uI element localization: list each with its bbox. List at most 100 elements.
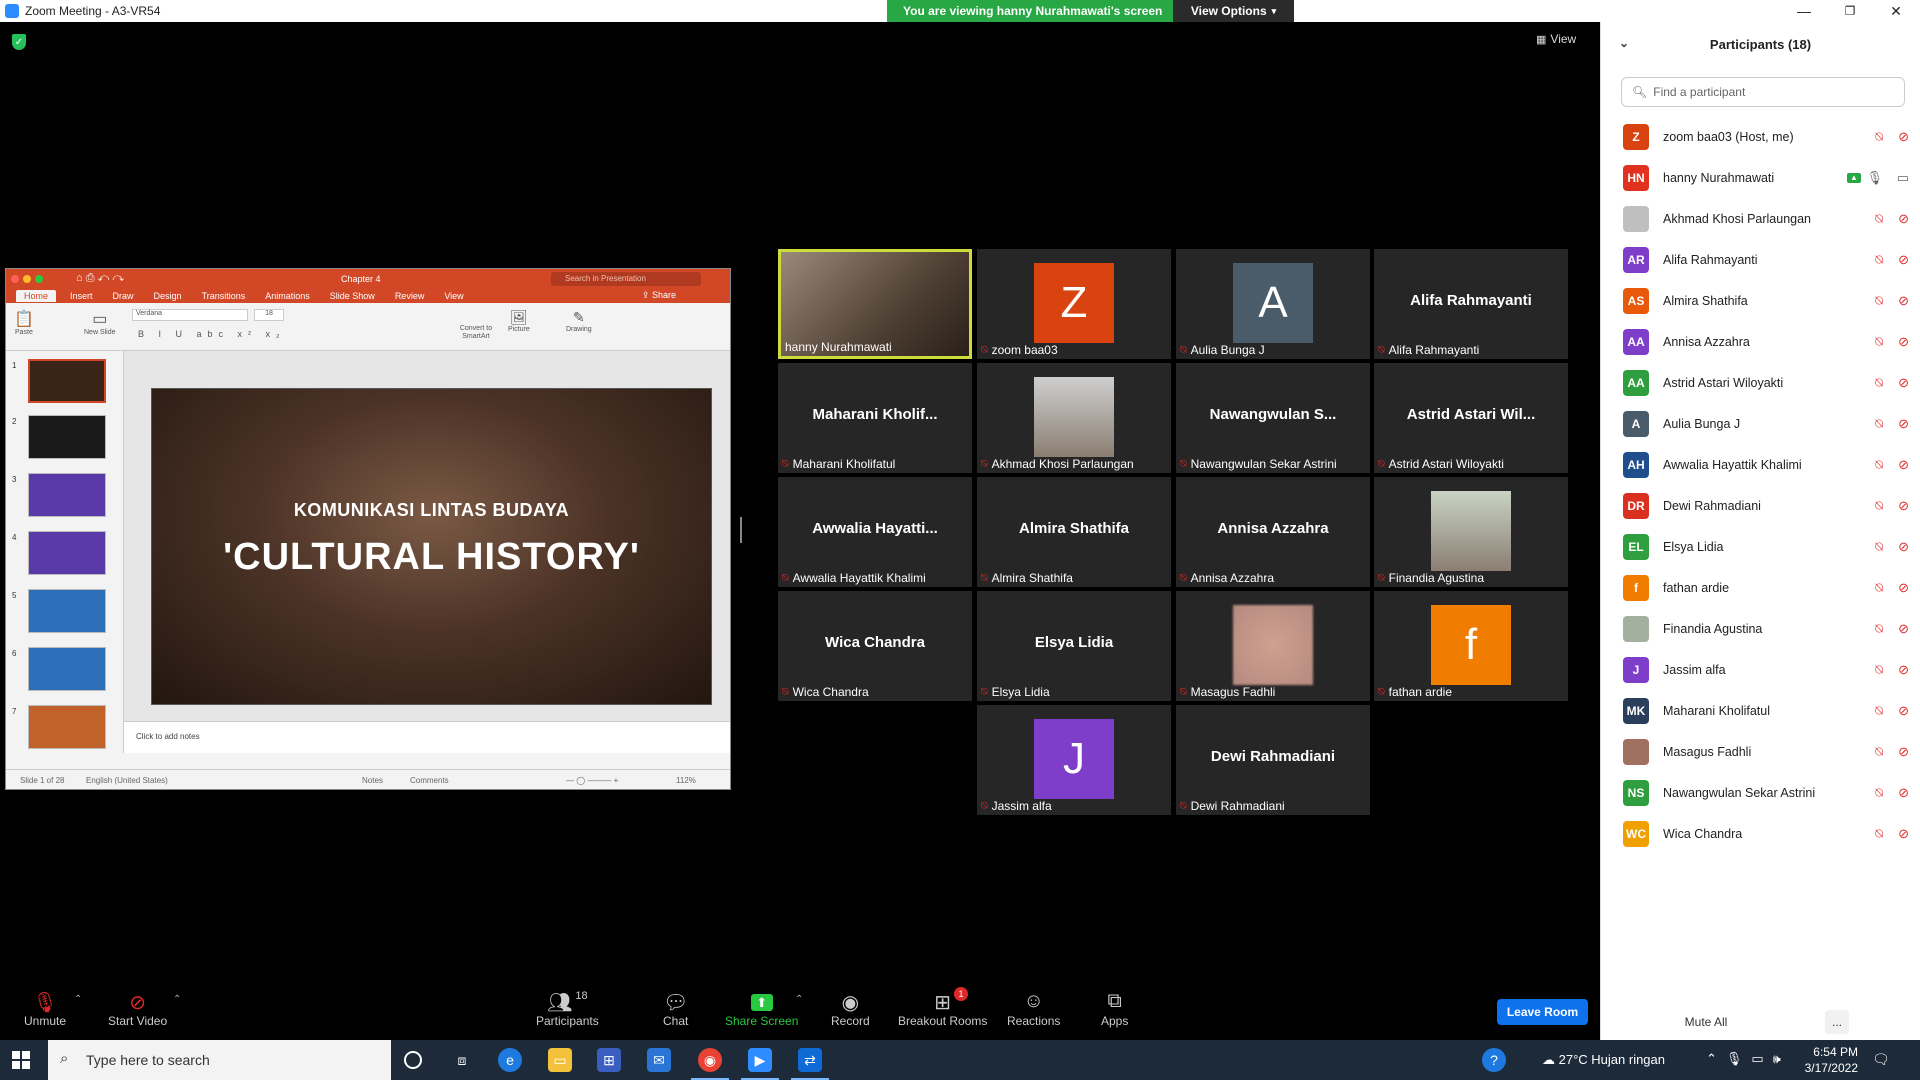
audio-options-caret[interactable]: ⌃ [74,994,82,1005]
video-camera-off-icon[interactable]: ⊘ [1898,744,1909,760]
microphone-muted-icon[interactable]: ⍉ [1875,252,1883,268]
video-camera-off-icon[interactable]: ⊘ [1898,703,1909,719]
participant-list-item[interactable]: Finandia Agustina ⍉ ⊘ [1601,608,1920,649]
participant-list-item[interactable]: DR Dewi Rahmadiani ⍉ ⊘ [1601,485,1920,526]
participant-video-tile[interactable]: J ⍉ Jassim alfa [977,705,1171,815]
participant-video-tile[interactable]: f ⍉ fathan ardie [1374,591,1568,701]
video-options-caret[interactable]: ⌃ [173,994,181,1005]
split-view-divider-handle[interactable] [740,517,742,543]
participant-video-tile[interactable]: Dewi Rahmadiani ⍉ Dewi Rahmadiani [1176,705,1370,815]
participant-list-item[interactable]: f fathan ardie ⍉ ⊘ [1601,567,1920,608]
microphone-muted-icon[interactable]: ⍉ [1875,580,1883,596]
windows-start-icon[interactable] [12,1051,30,1069]
edge-browser-icon[interactable]: e [498,1048,522,1072]
video-camera-off-icon[interactable]: ⊘ [1898,293,1909,309]
notifications-icon[interactable]: 🗨︎ [1872,1051,1890,1068]
help-icon[interactable]: ? [1482,1048,1506,1072]
microphone-icon[interactable]: 🎙︎ [1866,170,1883,186]
encryption-shield-icon[interactable]: ✓ [12,34,26,50]
video-camera-icon[interactable]: ▭ [1897,170,1909,186]
start-video-button[interactable]: ⊘ Start Video [108,990,167,1028]
participant-list-item[interactable]: J Jassim alfa ⍉ ⊘ [1601,649,1920,690]
leave-room-button[interactable]: Leave Room [1497,999,1588,1025]
mail-icon[interactable]: ✉ [647,1048,671,1072]
participant-list-item[interactable]: HN hanny Nurahmawati ▲ 🎙︎ ▭ [1601,157,1920,198]
microphone-muted-icon[interactable]: ⍉ [1875,785,1883,801]
participant-list-item[interactable]: AR Alifa Rahmayanti ⍉ ⊘ [1601,239,1920,280]
view-options-button[interactable]: View Options ▾ [1173,0,1294,22]
restore-icon[interactable]: ❐ [1830,0,1870,22]
participant-video-tile[interactable]: ⍉ Akhmad Khosi Parlaungan [977,363,1171,473]
zoom-taskbar-icon[interactable]: ▶ [748,1048,772,1072]
video-camera-off-icon[interactable]: ⊘ [1898,580,1909,596]
video-camera-off-icon[interactable]: ⊘ [1898,826,1909,842]
participant-video-tile[interactable]: Nawangwulan S... ⍉ Nawangwulan Sekar Astri… [1176,363,1370,473]
video-camera-off-icon[interactable]: ⊘ [1898,457,1909,473]
microphone-muted-icon[interactable]: ⍉ [1875,293,1883,309]
video-camera-off-icon[interactable]: ⊘ [1898,785,1909,801]
unmute-button[interactable]: 🎙︎ Unmute [24,990,66,1028]
microphone-muted-icon[interactable]: ⍉ [1875,211,1883,227]
video-camera-off-icon[interactable]: ⊘ [1898,416,1909,432]
video-camera-off-icon[interactable]: ⊘ [1898,252,1909,268]
video-camera-off-icon[interactable]: ⊘ [1898,662,1909,678]
microphone-muted-icon[interactable]: ⍉ [1875,539,1883,555]
close-icon[interactable]: ✕ [1876,0,1916,22]
breakout-rooms-button[interactable]: ⊞ Breakout Rooms [898,990,987,1028]
participant-list-item[interactable]: MK Maharani Kholifatul ⍉ ⊘ [1601,690,1920,731]
video-camera-off-icon[interactable]: ⊘ [1898,375,1909,391]
mute-all-button[interactable]: Mute All [1661,1010,1751,1034]
microphone-muted-icon[interactable]: ⍉ [1875,457,1883,473]
participants-button[interactable]: 👥︎ 18 Participants [536,990,599,1028]
participant-video-tile[interactable]: A ⍉ Aulia Bunga J [1176,249,1370,359]
cortana-icon[interactable] [404,1051,422,1069]
participant-video-tile[interactable]: Almira Shathifa ⍉ Almira Shathifa [977,477,1171,587]
participant-video-tile[interactable]: Maharani Kholif... ⍉ Maharani Kholifatul [778,363,972,473]
participant-video-tile[interactable]: hanny Nurahmawati [778,249,972,359]
weather-widget[interactable]: ☁ 27°C Hujan ringan [1542,1052,1665,1068]
view-layout-button[interactable]: ▦ View [1536,32,1576,46]
microphone-muted-icon[interactable]: ⍉ [1875,129,1883,145]
chat-button[interactable]: 💬︎ Chat [663,990,688,1028]
participant-list-item[interactable]: AA Annisa Azzahra ⍉ ⊘ [1601,321,1920,362]
participant-list-item[interactable]: A Aulia Bunga J ⍉ ⊘ [1601,403,1920,444]
participant-list-item[interactable]: WC Wica Chandra ⍉ ⊘ [1601,813,1920,854]
participant-list-item[interactable]: Akhmad Khosi Parlaungan ⍉ ⊘ [1601,198,1920,239]
minimize-icon[interactable]: — [1784,0,1824,22]
system-tray-icons[interactable]: ⌃🎙︎▭🕪 [1706,1051,1790,1067]
apps-button[interactable]: ⧉ Apps [1101,990,1128,1028]
participant-video-tile[interactable]: ⍉ Finandia Agustina [1374,477,1568,587]
participant-video-tile[interactable]: Z ⍉ zoom baa03 [977,249,1171,359]
teamviewer-icon[interactable]: ⇄ [798,1048,822,1072]
microphone-muted-icon[interactable]: ⍉ [1875,826,1883,842]
participant-list-item[interactable]: AS Almira Shathifa ⍉ ⊘ [1601,280,1920,321]
participant-list-item[interactable]: EL Elsya Lidia ⍉ ⊘ [1601,526,1920,567]
share-options-caret[interactable]: ⌃ [795,994,803,1005]
participant-video-tile[interactable]: Alifa Rahmayanti ⍉ Alifa Rahmayanti [1374,249,1568,359]
more-options-button[interactable]: ... [1825,1010,1849,1034]
participant-video-tile[interactable]: Astrid Astari Wil... ⍉ Astrid Astari Wiloy… [1374,363,1568,473]
participant-video-tile[interactable]: ⍉ Masagus Fadhli [1176,591,1370,701]
participant-list-item[interactable]: AA Astrid Astari Wiloyakti ⍉ ⊘ [1601,362,1920,403]
file-explorer-icon[interactable]: ▭ [548,1048,572,1072]
microphone-muted-icon[interactable]: ⍉ [1875,334,1883,350]
chrome-browser-icon[interactable]: ◉ [698,1048,722,1072]
video-camera-off-icon[interactable]: ⊘ [1898,129,1909,145]
microphone-muted-icon[interactable]: ⍉ [1875,744,1883,760]
record-button[interactable]: ◉ Record [831,990,870,1028]
microphone-muted-icon[interactable]: ⍉ [1875,498,1883,514]
microphone-muted-icon[interactable]: ⍉ [1875,621,1883,637]
video-camera-off-icon[interactable]: ⊘ [1898,211,1909,227]
participant-video-tile[interactable]: Annisa Azzahra ⍉ Annisa Azzahra [1176,477,1370,587]
participant-video-tile[interactable]: Awwalia Hayatti... ⍉ Awwalia Hayattik Khal… [778,477,972,587]
participant-list-item[interactable]: Zzoom baa03 (Host, me) ⍉ ⊘ [1601,116,1920,157]
participant-list-item[interactable]: Masagus Fadhli ⍉ ⊘ [1601,731,1920,772]
collapse-chevron-icon[interactable]: ⌄ [1619,36,1629,50]
microphone-muted-icon[interactable]: ⍉ [1875,375,1883,391]
microphone-muted-icon[interactable]: ⍉ [1875,662,1883,678]
microsoft-store-icon[interactable]: ⊞ [597,1048,621,1072]
microphone-muted-icon[interactable]: ⍉ [1875,416,1883,432]
participant-video-tile[interactable]: Wica Chandra ⍉ Wica Chandra [778,591,972,701]
video-camera-off-icon[interactable]: ⊘ [1898,498,1909,514]
share-screen-button[interactable]: ⬆ Share Screen [725,990,798,1028]
